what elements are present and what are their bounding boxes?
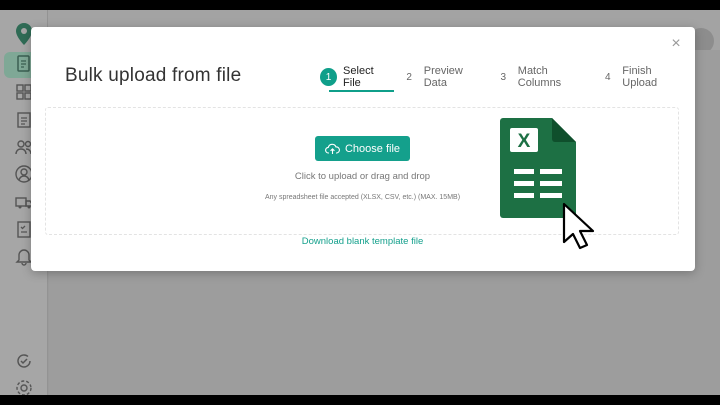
letterbox-top [0,0,720,10]
step-number: 1 [320,68,338,86]
stepper: 1 Select File 2 Preview Data 3 Match Col… [320,65,695,89]
step-label: Finish Upload [622,65,658,89]
step-label: Match Columns [517,65,562,89]
step-number: 3 [500,71,507,83]
step-preview-data[interactable]: 2 Preview Data [401,65,486,89]
step-number: 4 [604,71,611,83]
choose-file-label: Choose file [344,142,401,155]
excel-badge-text: X [518,131,531,152]
step-label: Preview Data [423,65,463,89]
step-match-columns[interactable]: 3 Match Columns [495,65,591,89]
letterbox-bottom [0,395,720,405]
mouse-cursor-icon [562,202,595,250]
cloud-upload-icon [325,143,340,154]
close-icon[interactable]: × [669,36,683,52]
upload-hint: Click to upload or drag and drop [294,171,431,182]
step-finish-upload[interactable]: 4 Finish Upload [599,65,686,89]
step-number: 2 [406,71,412,83]
active-step-underline [329,90,394,92]
choose-file-button[interactable]: Choose file [315,136,410,161]
modal-title: Bulk upload from file [65,65,242,86]
accepted-formats-hint: Any spreadsheet file accepted (XLSX, CSV… [264,194,461,201]
check-cycle-icon[interactable] [14,351,34,371]
step-label: Select File [343,65,374,89]
step-select-file[interactable]: 1 Select File [320,65,392,89]
download-template-link[interactable]: Download blank template file [249,236,476,247]
